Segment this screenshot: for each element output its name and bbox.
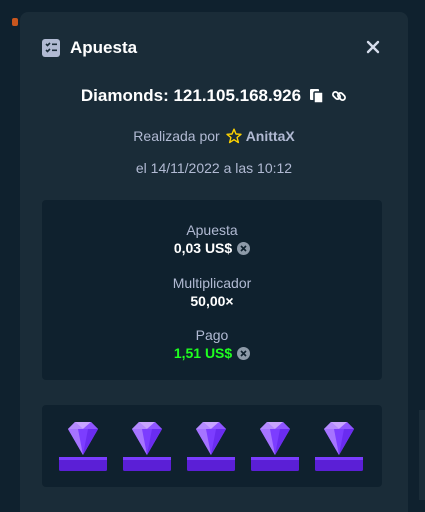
copy-icon <box>310 89 324 104</box>
placed-by-label: Realizada por <box>133 128 220 144</box>
diamond-icon[interactable] <box>122 417 172 473</box>
diamond-icon[interactable] <box>58 417 108 473</box>
bet-amount-value-row: 0,03 US$ <box>42 240 382 256</box>
bet-amount-label: Apuesta <box>186 222 238 238</box>
background-scrollbar[interactable] <box>419 410 425 500</box>
game-id-text: Diamonds: 121.105.168.926 <box>80 86 302 105</box>
diamond-icon[interactable] <box>186 417 236 473</box>
placed-by-row: Realizada por AnittaX <box>20 128 408 144</box>
bet-details-modal: Apuesta Diamonds: 121.105.168.926 Realiz… <box>20 12 408 512</box>
payout-value-row: 1,51 US$ <box>42 345 382 361</box>
list-checks-icon <box>42 39 60 57</box>
star-icon <box>225 128 242 144</box>
multiplier-value: 50,00× <box>190 293 234 309</box>
payout-label: Pago <box>195 327 229 343</box>
close-icon <box>366 40 380 54</box>
payout-value: 1,51 US$ <box>173 345 233 361</box>
bet-amount-block: Apuesta 0,03 US$ <box>42 222 382 256</box>
payout-block: Pago 1,51 US$ <box>42 327 382 361</box>
game-headline: Diamonds: 121.105.168.926 <box>20 86 408 106</box>
bet-date: el 14/11/2022 a las 10:12 <box>135 160 293 176</box>
diamonds-board <box>42 405 382 487</box>
diamond-icon[interactable] <box>250 417 300 473</box>
copy-button[interactable] <box>309 88 325 104</box>
bet-stats-panel: Apuesta 0,03 US$ Multiplicador 50,00× Pa… <box>42 200 382 380</box>
multiplier-label: Multiplicador <box>172 275 252 291</box>
coin-icon <box>237 241 251 255</box>
modal-title: Apuesta <box>70 38 138 57</box>
diamond-icon[interactable] <box>314 417 364 473</box>
background-indicator <box>12 18 18 26</box>
username-link[interactable]: AnittaX <box>246 128 295 144</box>
modal-header: Apuesta <box>42 38 137 58</box>
multiplier-block: Multiplicador 50,00× <box>42 275 382 309</box>
close-button[interactable] <box>364 38 382 56</box>
multiplier-value-row: 50,00× <box>42 293 382 309</box>
coin-icon <box>237 346 251 360</box>
link-icon <box>332 91 347 101</box>
bet-amount-value: 0,03 US$ <box>173 240 233 256</box>
link-button[interactable] <box>331 88 347 104</box>
